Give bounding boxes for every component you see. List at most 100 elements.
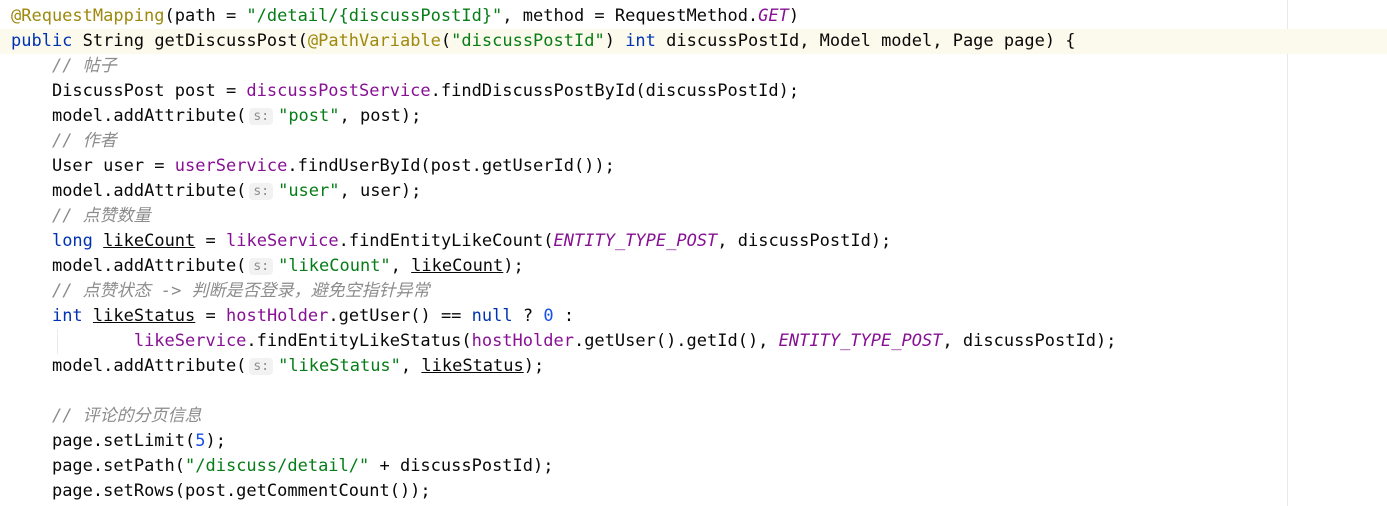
variable-token: likeCount (411, 256, 504, 276)
variable-token: likeStatus (421, 356, 524, 376)
code-text: , (400, 356, 422, 376)
string-literal: "user" (278, 181, 340, 201)
code-text: ? (512, 306, 544, 326)
string-literal: "post" (278, 106, 340, 126)
code-text: = (195, 306, 226, 326)
keyword-token: null (471, 306, 513, 326)
code-text: ( (297, 31, 308, 51)
code-text: .findEntityLikeStatus( (246, 331, 472, 351)
parameter-hint: s: (249, 358, 274, 375)
keyword-token: public (11, 31, 73, 51)
string-literal: "/discuss/detail/" (185, 456, 370, 476)
code-line-2[interactable]: public String getDiscussPost(@PathVariab… (0, 29, 1387, 54)
parameter-hint: s: (249, 258, 274, 275)
code-text: , discussPostId); (942, 331, 1117, 351)
code-line-9[interactable]: // 点赞数量 (11, 204, 1387, 229)
code-line-11[interactable]: model.addAttribute(s: "likeCount", likeCo… (11, 254, 1387, 279)
code-text: page.setLimit( (51, 431, 196, 451)
keyword-token: int (625, 31, 656, 51)
comment-token: // 点赞数量 (51, 206, 151, 226)
string-literal: "likeCount" (278, 256, 391, 276)
code-line-10[interactable]: long likeCount = likeService.findEntityL… (11, 229, 1387, 254)
code-text: + discussPostId); (369, 456, 554, 476)
field-token: discussPostService (246, 81, 431, 101)
code-text: model.addAttribute( (51, 256, 247, 276)
code-line-20[interactable]: page.setRows(post.getCommentCount()); (11, 479, 1387, 504)
number-literal: 5 (195, 431, 206, 451)
code-text: : (553, 306, 575, 326)
code-text: ) (788, 6, 800, 26)
keyword-token: int (51, 306, 83, 326)
code-text: .getUser() == (328, 306, 472, 326)
code-line-4[interactable]: DiscussPost post = discussPostService.fi… (11, 79, 1387, 104)
code-text: .getUser().getId(), (573, 331, 779, 351)
code-text: page.setPath( (51, 456, 186, 476)
comment-token: // 作者 (51, 131, 117, 151)
code-text: ); (503, 256, 524, 276)
code-text: page.setRows(post.getCommentCount()); (51, 481, 431, 501)
field-token: likeService (226, 231, 339, 251)
code-line-3[interactable]: // 帖子 (11, 54, 1387, 79)
code-text: ( (440, 31, 452, 51)
field-token: hostHolder (226, 306, 329, 326)
code-editor[interactable]: @RequestMapping(path = "/detail/{discuss… (0, 0, 1387, 506)
code-lines: @RequestMapping(path = "/detail/{discuss… (0, 4, 1387, 504)
code-text: .findEntityLikeCount( (338, 231, 554, 251)
method-name: getDiscussPost (154, 31, 298, 51)
indent-guide (57, 329, 58, 354)
code-text: ) (604, 31, 626, 51)
code-text: String (72, 31, 155, 51)
comment-token: // 帖子 (51, 56, 117, 76)
code-line-5[interactable]: model.addAttribute(s: "post", post); (11, 104, 1387, 129)
annotation-token: @PathVariable (307, 31, 441, 51)
code-line-15[interactable]: model.addAttribute(s: "likeStatus", likeS… (11, 354, 1387, 379)
code-text: , (390, 256, 412, 276)
field-token: likeService (133, 331, 247, 351)
code-text: , method = RequestMethod. (502, 6, 759, 26)
code-line-1[interactable]: @RequestMapping(path = "/detail/{discuss… (11, 4, 1387, 29)
code-text: .findUserById(post.getUserId()); (287, 156, 615, 176)
constant-token: GET (758, 6, 789, 26)
code-text: discussPostId, Model model, Page page) { (655, 31, 1076, 51)
code-line-12[interactable]: // 点赞状态 -> 判断是否登录，避免空指针异常 (11, 279, 1387, 304)
field-token: hostHolder (471, 331, 574, 351)
code-text: ); (205, 431, 226, 451)
code-text: , user); (339, 181, 422, 201)
annotation-token: @RequestMapping (11, 6, 165, 26)
code-text: model.addAttribute( (51, 356, 247, 376)
parameter-hint: s: (249, 108, 274, 125)
variable-token: likeCount (103, 231, 196, 251)
code-line-7[interactable]: User user = userService.findUserById(pos… (11, 154, 1387, 179)
code-text: , discussPostId); (717, 231, 892, 251)
variable-token: likeStatus (92, 306, 196, 326)
parameter-hint: s: (249, 183, 274, 200)
code-line-19[interactable]: page.setPath("/discuss/detail/" + discus… (11, 454, 1387, 479)
code-line-6[interactable]: // 作者 (11, 129, 1387, 154)
field-token: userService (174, 156, 288, 176)
code-text: model.addAttribute( (51, 181, 247, 201)
code-text: User user = (51, 156, 175, 176)
code-line-13[interactable]: int likeStatus = hostHolder.getUser() ==… (11, 304, 1387, 329)
code-text: ); (523, 356, 545, 376)
string-literal: "likeStatus" (278, 356, 401, 376)
code-line-17[interactable]: // 评论的分页信息 (11, 404, 1387, 429)
code-line-8[interactable]: model.addAttribute(s: "user", user); (11, 179, 1387, 204)
code-line-18[interactable]: page.setLimit(5); (11, 429, 1387, 454)
keyword-token: long (51, 231, 93, 251)
code-line-14[interactable]: likeService.findEntityLikeStatus(hostHol… (11, 329, 1387, 354)
constant-token: ENTITY_TYPE_POST (778, 331, 943, 351)
code-text: (path = (164, 6, 247, 26)
comment-token: // 点赞状态 -> 判断是否登录，避免空指针异常 (51, 281, 430, 301)
string-literal: "discussPostId" (451, 31, 605, 51)
comment-token: // 评论的分页信息 (51, 406, 202, 426)
string-literal: "/detail/{discussPostId}" (246, 6, 503, 26)
number-literal: 0 (543, 306, 554, 326)
code-line-16[interactable] (11, 379, 1387, 404)
code-text: model.addAttribute( (51, 106, 247, 126)
code-text: .findDiscussPostById(discussPostId); (430, 81, 800, 101)
code-text: , post); (339, 106, 422, 126)
code-text: DiscussPost post = (51, 81, 247, 101)
constant-token: ENTITY_TYPE_POST (553, 231, 718, 251)
